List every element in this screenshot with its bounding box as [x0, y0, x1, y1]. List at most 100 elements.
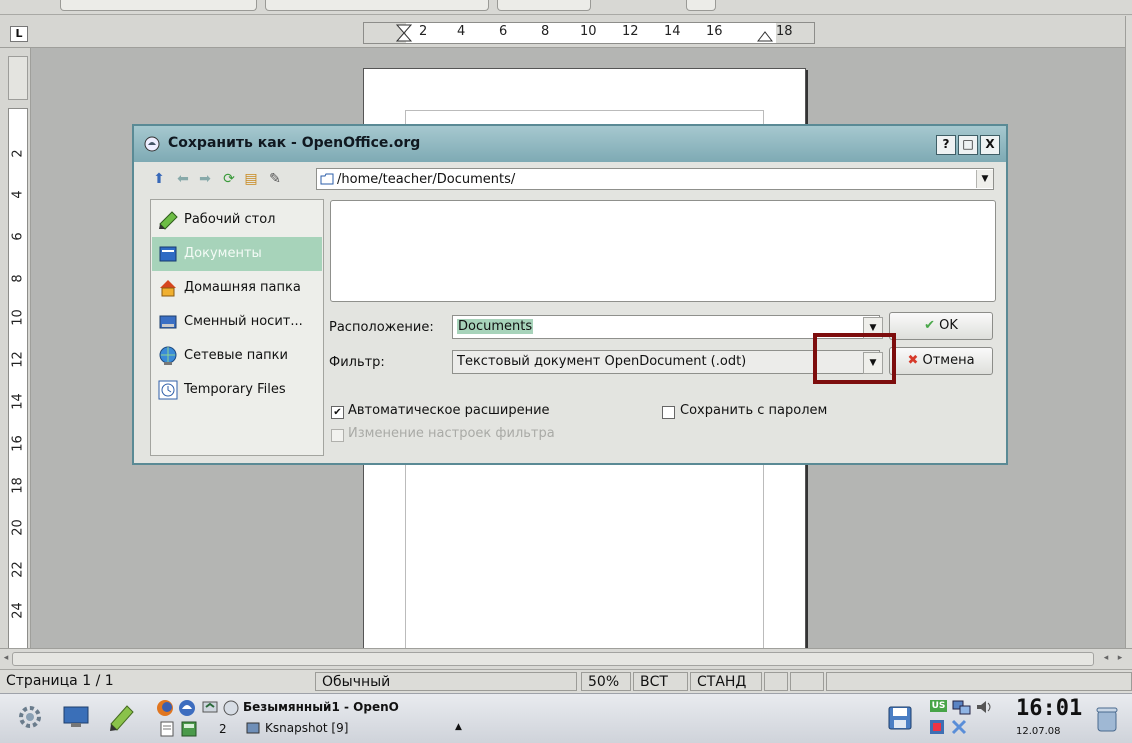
- new-folder-icon[interactable]: ▤: [242, 170, 260, 188]
- keyboard-layout-indicator[interactable]: US: [930, 700, 947, 712]
- clock-date: 12.07.08: [1016, 726, 1061, 737]
- removable-drive-icon: [159, 315, 177, 329]
- place-label: Temporary Files: [184, 382, 286, 397]
- right-indent-marker-icon[interactable]: [757, 31, 773, 42]
- dialog-titlebar[interactable]: Сохранить как - OpenOffice.org ? □ X: [134, 126, 1006, 162]
- scroll-left-icon[interactable]: ◂: [1100, 652, 1112, 664]
- place-label: Сетевые папки: [184, 348, 288, 363]
- ruler-tick: 14: [10, 393, 26, 410]
- path-combobox[interactable]: /home/teacher/Documents/: [316, 168, 994, 190]
- openoffice-app-icon: [144, 136, 160, 152]
- status-signature[interactable]: [790, 672, 824, 691]
- place-label: Рабочий стол: [184, 212, 276, 227]
- place-network[interactable]: Сетевые папки: [152, 339, 322, 373]
- dialog-title: Сохранить как - OpenOffice.org: [168, 135, 421, 151]
- vertical-ruler-bar: 2 4 6 8 10 12 14 16 18 20 22 24: [0, 48, 31, 675]
- ruler-tick: 12: [622, 24, 639, 39]
- openoffice-icon[interactable]: [177, 698, 197, 718]
- ruler-tick: 14: [664, 24, 681, 39]
- indent-marker-icon[interactable]: [396, 24, 412, 42]
- status-page-style[interactable]: Обычный: [315, 672, 577, 691]
- save-as-dialog: Сохранить как - OpenOffice.org ? □ X ⬆ ⬅…: [132, 124, 1008, 465]
- toolbar-strip: [0, 0, 1132, 15]
- horizontal-ruler[interactable]: 2 4 6 8 10 12 14 16 18: [363, 22, 815, 44]
- desktop-pager-number[interactable]: 2: [219, 722, 227, 736]
- vertical-ruler[interactable]: 2 4 6 8 10 12 14 16 18 20 22 24: [8, 108, 28, 675]
- network-icon: [159, 346, 177, 365]
- cancel-x-icon: ✖: [907, 353, 919, 368]
- cancel-label: Отмена: [922, 353, 975, 368]
- scroll-left-icon[interactable]: ◂: [0, 652, 12, 664]
- location-value: Documents: [457, 319, 534, 334]
- update-notifier-icon[interactable]: [928, 718, 946, 736]
- trash-icon[interactable]: [1092, 704, 1122, 734]
- place-removable[interactable]: Сменный носит...: [152, 305, 322, 339]
- clock-time[interactable]: 16:01: [1016, 696, 1082, 721]
- ruler-tick: 16: [10, 435, 26, 452]
- place-temporary-files[interactable]: Temporary Files: [152, 373, 322, 407]
- checkmark-icon: ✔: [924, 318, 935, 333]
- firefox-icon[interactable]: [155, 698, 175, 718]
- horizontal-scrollbar[interactable]: ◂ ◂ ▸: [0, 648, 1132, 669]
- ruler-tick: 10: [580, 24, 597, 39]
- save-password-label[interactable]: Сохранить с паролем: [680, 403, 827, 418]
- place-desktop[interactable]: Рабочий стол: [152, 203, 322, 237]
- ruler-tick: 18: [776, 24, 793, 39]
- ruler-tick: 16: [706, 24, 723, 39]
- calculator-icon[interactable]: [180, 720, 198, 738]
- tab-stop-selector[interactable]: L: [10, 26, 28, 42]
- ok-label: OK: [939, 318, 958, 333]
- place-label: Домашняя папка: [184, 280, 301, 295]
- auto-extension-label[interactable]: Автоматическое расширение: [348, 403, 550, 418]
- home-icon: [160, 280, 176, 297]
- status-selection-mode[interactable]: СТАНД: [690, 672, 762, 691]
- ruler-tick: 12: [10, 351, 26, 368]
- toolbar-button[interactable]: [686, 0, 716, 11]
- status-insert-mode[interactable]: ВСТ: [633, 672, 688, 691]
- ruler-tick: 4: [457, 24, 466, 39]
- status-modified[interactable]: [764, 672, 788, 691]
- status-page[interactable]: Страница 1 / 1: [0, 672, 314, 691]
- filter-label: Фильтр:: [329, 355, 385, 370]
- clipboard-icon[interactable]: [950, 718, 968, 736]
- taskbar-scroll-up-icon[interactable]: ▲: [455, 722, 462, 732]
- scroll-right-icon[interactable]: ▸: [1114, 652, 1126, 664]
- ok-button[interactable]: ✔ OK: [889, 312, 993, 340]
- vertical-scrollbar[interactable]: [1125, 16, 1132, 648]
- file-list[interactable]: [330, 200, 996, 302]
- text-editor-icon[interactable]: [106, 701, 138, 733]
- go-up-icon[interactable]: ⬆: [150, 170, 168, 188]
- ruler-tick: 22: [10, 561, 26, 578]
- forward-icon[interactable]: ➡: [196, 170, 214, 188]
- place-home[interactable]: Домашняя папка: [152, 271, 322, 305]
- volume-icon[interactable]: [974, 698, 996, 716]
- status-zoom[interactable]: 50%: [581, 672, 631, 691]
- ruler-tick: 2: [419, 24, 428, 39]
- help-button[interactable]: ?: [936, 135, 956, 155]
- place-documents[interactable]: Документы: [152, 237, 322, 271]
- place-label: Сменный носит...: [184, 314, 303, 329]
- kde-menu-icon[interactable]: [14, 701, 46, 733]
- toolbar-combo[interactable]: [265, 0, 489, 11]
- desktop-icon[interactable]: [60, 703, 92, 731]
- toolbar-combo[interactable]: [497, 0, 591, 11]
- document-viewer-icon[interactable]: [158, 720, 176, 738]
- network-status-icon[interactable]: [950, 698, 972, 716]
- maximize-button[interactable]: □: [958, 135, 978, 155]
- scrollbar-thumb[interactable]: [12, 652, 1094, 666]
- options-wrench-icon[interactable]: ✎: [266, 170, 284, 188]
- reload-icon[interactable]: ⟳: [220, 170, 238, 188]
- taskbar-task-ksnapshot[interactable]: Ksnapshot [9]: [265, 721, 348, 735]
- save-floppy-icon[interactable]: [886, 704, 914, 732]
- auto-extension-checkbox[interactable]: ✔: [331, 406, 344, 419]
- path-dropdown-icon[interactable]: ▼: [976, 170, 993, 188]
- toolbar-combo[interactable]: [60, 0, 257, 11]
- path-text: /home/teacher/Documents/: [337, 172, 516, 187]
- back-icon[interactable]: ⬅: [174, 170, 192, 188]
- network-share-icon[interactable]: [200, 698, 220, 718]
- cancel-button[interactable]: ✖ Отмена: [889, 347, 993, 375]
- openoffice-task-icon: [222, 699, 240, 717]
- close-button[interactable]: X: [980, 135, 1000, 155]
- taskbar-task-openoffice[interactable]: Безымянный1 - OpenO: [243, 700, 399, 714]
- save-password-checkbox[interactable]: [662, 406, 675, 419]
